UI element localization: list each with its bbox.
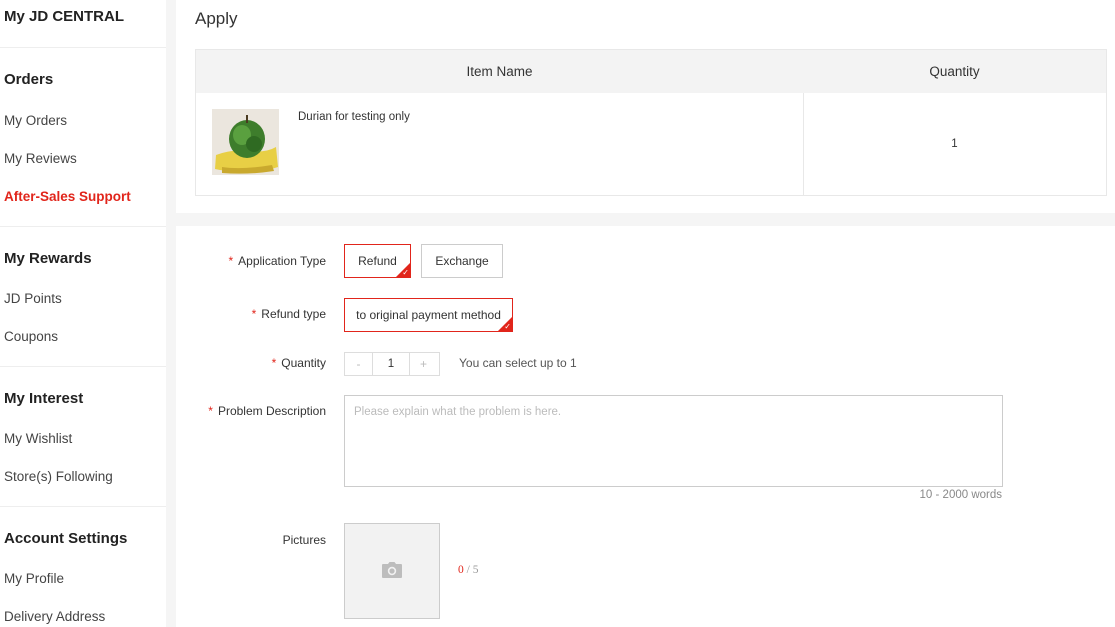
apply-panel: Apply Item Name Quantity Durian for test… xyxy=(176,0,1115,213)
required-mark: * xyxy=(251,307,257,321)
sidebar-item-my-profile[interactable]: My Profile xyxy=(4,571,64,586)
divider xyxy=(0,506,166,507)
button-label: Exchange xyxy=(435,254,489,268)
check-corner-icon: ✓ xyxy=(402,268,409,277)
refund-type-label: * Refund type xyxy=(176,307,326,321)
required-mark: * xyxy=(271,356,277,370)
refund-option-button[interactable]: Refund ✓ xyxy=(344,244,411,278)
divider xyxy=(0,226,166,227)
quantity-stepper: - 1 + xyxy=(344,352,440,376)
sidebar-item-jd-points[interactable]: JD Points xyxy=(4,291,62,306)
problem-description-label: * Problem Description xyxy=(176,404,326,418)
exchange-option-button[interactable]: Exchange xyxy=(421,244,503,278)
product-quantity: 1 xyxy=(951,138,958,150)
required-mark: * xyxy=(228,254,234,268)
problem-description-input[interactable] xyxy=(344,395,1003,487)
items-table: Item Name Quantity Durian for testing on… xyxy=(195,49,1107,196)
word-limit-hint: 10 - 2000 words xyxy=(919,489,1002,501)
required-mark: * xyxy=(208,404,213,418)
divider xyxy=(0,47,166,48)
application-form: * Application Type Refund ✓ Exchange * Ref… xyxy=(176,226,1115,627)
sidebar-item-my-orders[interactable]: My Orders xyxy=(4,113,67,128)
quantity-value[interactable]: 1 xyxy=(372,353,410,375)
sidebar-item-coupons[interactable]: Coupons xyxy=(4,329,58,344)
sidebar-item-my-wishlist[interactable]: My Wishlist xyxy=(4,431,72,446)
table-header: Item Name Quantity xyxy=(196,50,1106,93)
increment-button[interactable]: + xyxy=(410,353,437,375)
application-type-label: * Application Type xyxy=(176,254,326,268)
picture-count-max: / 5 xyxy=(466,564,479,576)
picture-count-current: 0 xyxy=(458,564,464,576)
sidebar-item-stores-following[interactable]: Store(s) Following xyxy=(4,469,113,484)
camera-icon xyxy=(382,562,402,583)
quantity-label: * Quantity xyxy=(176,356,326,370)
pictures-label: Pictures xyxy=(282,533,326,547)
sidebar: My JD CENTRAL Orders My Orders My Review… xyxy=(0,0,166,627)
sidebar-heading-account-settings: Account Settings xyxy=(4,530,128,547)
sidebar-item-delivery-address[interactable]: Delivery Address xyxy=(4,609,105,624)
button-label: Refund xyxy=(358,254,397,268)
sidebar-heading-my-interest: My Interest xyxy=(4,390,84,407)
sidebar-item-after-sales-support[interactable]: After-Sales Support xyxy=(4,189,131,204)
sidebar-title[interactable]: My JD CENTRAL xyxy=(4,8,124,25)
product-name[interactable]: Durian for testing only xyxy=(298,111,410,123)
column-header-item-name: Item Name xyxy=(466,64,533,79)
page-title: Apply xyxy=(195,9,238,28)
label-text: Problem Description xyxy=(217,404,326,418)
check-corner-icon: ✓ xyxy=(504,322,511,331)
quantity-hint: You can select up to 1 xyxy=(459,356,577,370)
button-label: to original payment method xyxy=(356,308,501,322)
picture-count: 0 / 5 xyxy=(458,564,478,576)
sidebar-heading-orders: Orders xyxy=(4,71,54,88)
column-header-quantity: Quantity xyxy=(929,64,980,79)
picture-upload-button[interactable] xyxy=(344,523,440,619)
product-image[interactable] xyxy=(212,109,279,175)
refund-method-option-button[interactable]: to original payment method ✓ xyxy=(344,298,513,332)
label-text: Quantity xyxy=(281,356,326,370)
decrement-button[interactable]: - xyxy=(345,353,372,375)
sidebar-heading-my-rewards: My Rewards xyxy=(4,250,92,267)
label-text: Application Type xyxy=(238,254,326,268)
sidebar-item-my-reviews[interactable]: My Reviews xyxy=(4,151,77,166)
label-text: Refund type xyxy=(261,307,326,321)
divider xyxy=(0,366,166,367)
